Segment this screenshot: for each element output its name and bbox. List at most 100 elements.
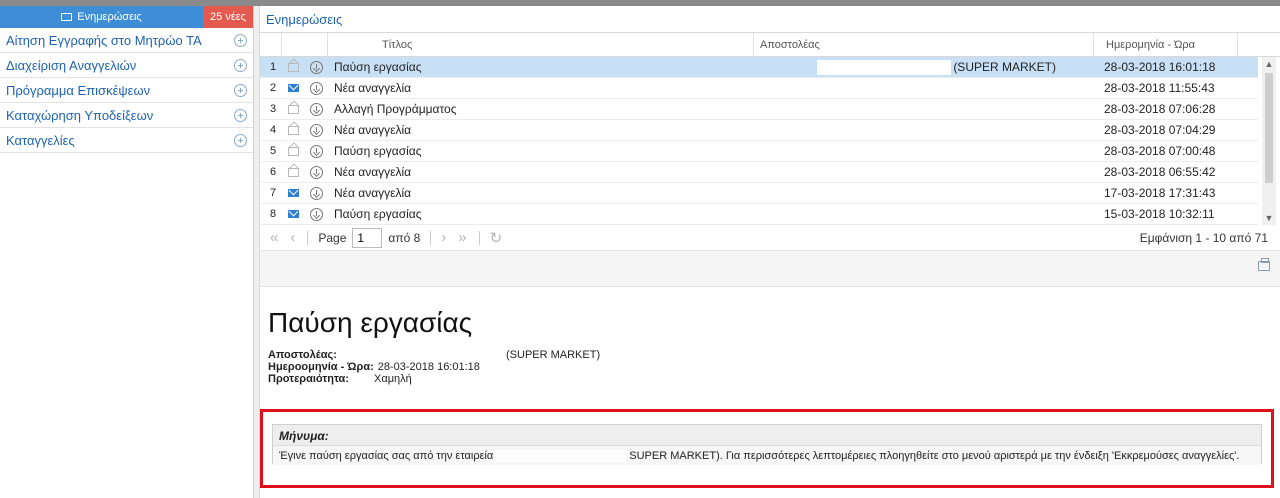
download-icon[interactable] [309, 165, 323, 179]
panel-title: Ενημερώσεις [260, 6, 1280, 33]
date-label: Ημεροομηνία - Ώρα: [268, 361, 374, 373]
sidebar-item-registration[interactable]: Αίτηση Εγγραφής στο Μητρώο ΤΑ [0, 28, 253, 53]
row-date: 28-03-2018 06:55:42 [1104, 165, 1216, 179]
row-title: Αλλαγή Προγράμματος [334, 102, 457, 116]
redacted-box [496, 450, 627, 463]
mail-unread-icon [287, 84, 299, 92]
table-row[interactable]: 8 Παύση εργασίας 15-03-2018 10:32:11 [260, 204, 1258, 225]
col-icons-header [282, 33, 328, 56]
sidebar: Ενημερώσεις 25 νέες Αίτηση Εγγραφής στο … [0, 6, 254, 498]
priority-label: Προτεραιότητα: [268, 373, 349, 385]
col-title-header[interactable]: Τίτλος [328, 33, 754, 56]
mail-unread-icon [287, 210, 299, 218]
sidebar-item-label: Διαχείριση Αναγγελιών [6, 57, 137, 73]
download-icon[interactable] [309, 60, 323, 74]
row-title: Νέα αναγγελία [334, 186, 412, 200]
first-page-icon[interactable]: « [270, 229, 278, 246]
row-date: 28-03-2018 11:55:43 [1104, 81, 1215, 95]
row-date: 28-03-2018 07:06:28 [1104, 102, 1216, 116]
expand-plus-icon[interactable] [234, 133, 247, 147]
col-date-header[interactable]: Ημερομηνία - Ώρα [1094, 33, 1238, 56]
download-icon[interactable] [309, 144, 323, 158]
row-sender [754, 78, 1094, 98]
message-highlight-box: Μήνυμα: Έγινε παύση εργασίας σας από την… [260, 409, 1274, 488]
row-sender [754, 120, 1094, 140]
next-page-icon[interactable]: › [441, 229, 446, 246]
scroll-thumb[interactable] [1265, 73, 1273, 183]
download-icon[interactable] [309, 102, 323, 116]
row-number: 2 [270, 82, 277, 94]
detail-meta: Αποστολέας: (SUPER MARKET) Ημεροομηνία - … [268, 349, 1272, 385]
row-title: Νέα αναγγελία [334, 165, 412, 179]
messages-grid: 1 Παύση εργασίας (SUPER MARKET) 28-03-20… [260, 57, 1280, 225]
prev-page-icon[interactable]: ‹ [290, 229, 295, 246]
display-info: Εμφάνιση 1 - 10 από 71 [1139, 230, 1268, 245]
grid-scrollbar[interactable]: ▲ ▼ [1262, 57, 1276, 225]
scroll-down-icon[interactable]: ▼ [1262, 211, 1276, 225]
detail-toolbar [260, 251, 1280, 287]
sidebar-item-suggestions[interactable]: Καταχώρηση Υποδείξεων [0, 103, 253, 128]
sidebar-item-label: Καταγγελίες [6, 132, 75, 148]
col-sender-header[interactable]: Αποστολέας [754, 33, 1094, 56]
message-detail: Παύση εργασίας Αποστολέας: (SUPER MARKET)… [260, 307, 1280, 385]
table-row[interactable]: 2 Νέα αναγγελία 28-03-2018 11:55:43 [260, 78, 1258, 99]
row-number: 4 [270, 124, 277, 136]
row-date: 28-03-2018 16:01:18 [1104, 60, 1216, 74]
table-row[interactable]: 4 Νέα αναγγελία 28-03-2018 07:04:29 [260, 120, 1258, 141]
page-of-label: από 8 [388, 230, 421, 245]
row-number: 1 [270, 61, 277, 73]
expand-plus-icon[interactable] [234, 83, 247, 97]
row-sender [754, 99, 1094, 119]
expand-plus-icon[interactable] [234, 58, 247, 72]
mail-read-icon [287, 125, 299, 135]
row-title: Παύση εργασίας [334, 144, 422, 158]
table-row[interactable]: 1 Παύση εργασίας (SUPER MARKET) 28-03-20… [260, 57, 1258, 78]
print-icon[interactable] [1258, 258, 1270, 271]
row-number: 6 [270, 166, 277, 178]
mail-read-icon [287, 104, 299, 114]
table-row[interactable]: 3 Αλλαγή Προγράμματος 28-03-2018 07:06:2… [260, 99, 1258, 120]
mail-unread-icon [287, 189, 299, 197]
row-title: Νέα αναγγελία [334, 123, 412, 137]
sidebar-item-label: Καταχώρηση Υποδείξεων [6, 107, 154, 123]
row-title: Παύση εργασίας [334, 207, 422, 221]
expand-plus-icon[interactable] [234, 33, 247, 47]
row-date: 17-03-2018 17:31:43 [1104, 186, 1216, 200]
mail-read-icon [287, 62, 299, 72]
pager: « ‹ Page από 8 › » ↻ Εμφάνιση 1 - 10 από… [260, 225, 1280, 251]
table-row[interactable]: 7 Νέα αναγγελία 17-03-2018 17:31:43 [260, 183, 1258, 204]
scroll-up-icon[interactable]: ▲ [1262, 57, 1276, 71]
page-number-input[interactable] [352, 227, 383, 248]
date-value: 28-03-2018 16:01:18 [377, 361, 480, 373]
sender-value: (SUPER MARKET) [506, 349, 601, 361]
mail-read-icon [287, 167, 299, 177]
row-title: Παύση εργασίας [334, 60, 422, 74]
row-sender: (SUPER MARKET) [754, 57, 1094, 77]
table-row[interactable]: 6 Νέα αναγγελία 28-03-2018 06:55:42 [260, 162, 1258, 183]
redacted-box [817, 59, 952, 75]
notifications-tab-label: Ενημερώσεις [77, 11, 142, 23]
expand-plus-icon[interactable] [234, 108, 247, 122]
main-panel: Ενημερώσεις Τίτλος Αποστολέας Ημερομηνία… [260, 6, 1280, 498]
detail-title: Παύση εργασίας [268, 307, 473, 338]
sidebar-item-complaints[interactable]: Καταγγελίες [0, 128, 253, 153]
row-number: 7 [270, 187, 277, 199]
download-icon[interactable] [309, 207, 323, 221]
notifications-tab[interactable]: Ενημερώσεις [0, 6, 203, 28]
refresh-icon[interactable]: ↻ [490, 229, 503, 247]
row-sender-text: (SUPER MARKET) [953, 60, 1056, 74]
download-icon[interactable] [309, 186, 323, 200]
message-label: Μήνυμα: [279, 429, 329, 443]
row-number: 5 [270, 145, 277, 157]
table-row[interactable]: 5 Παύση εργασίας 28-03-2018 07:00:48 [260, 141, 1258, 162]
last-page-icon[interactable]: » [458, 229, 466, 246]
sidebar-item-announcements[interactable]: Διαχείριση Αναγγελιών [0, 53, 253, 78]
download-icon[interactable] [309, 123, 323, 137]
download-icon[interactable] [309, 81, 323, 95]
new-count-badge: 25 νέες [203, 6, 253, 28]
sidebar-item-visits[interactable]: Πρόγραμμα Επισκέψεων [0, 78, 253, 103]
col-num-header [260, 33, 282, 56]
inbox-icon [61, 13, 73, 21]
row-sender [754, 162, 1094, 182]
row-date: 28-03-2018 07:00:48 [1104, 144, 1216, 158]
